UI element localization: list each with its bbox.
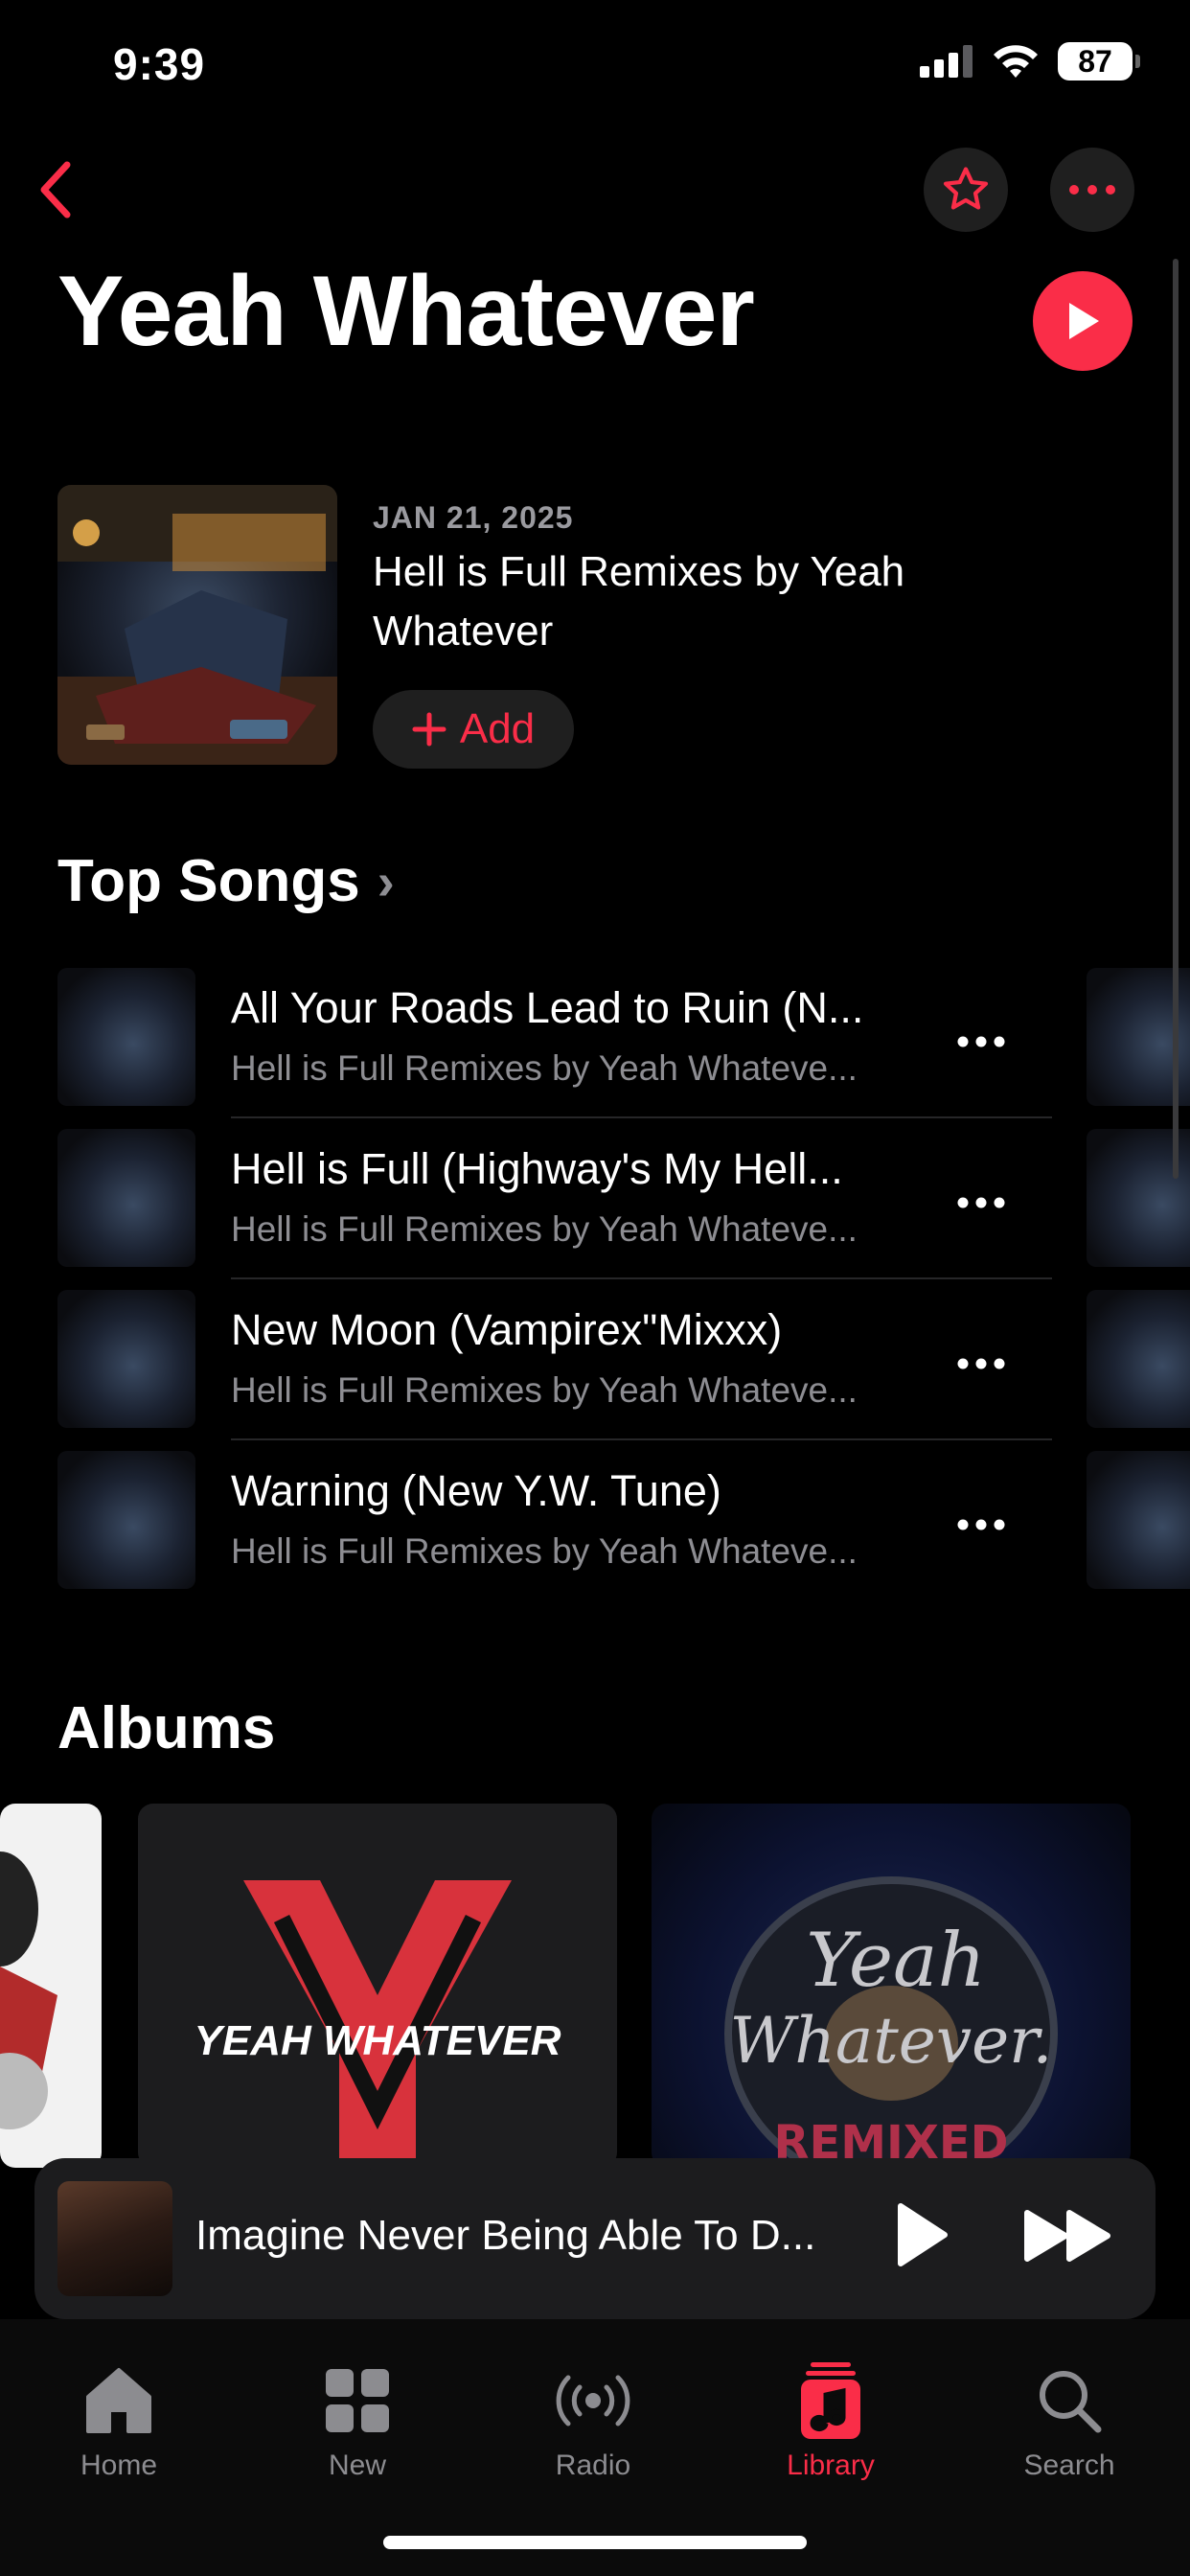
play-icon [1069, 303, 1099, 339]
now-playing-artwork[interactable] [57, 2181, 172, 2296]
remixed-text-2: Whatever. [730, 2004, 1053, 2078]
row-divider [231, 1277, 1052, 1279]
song-artwork[interactable] [57, 1129, 195, 1267]
top-songs-heading: Top Songs [57, 848, 360, 914]
star-icon [943, 167, 989, 210]
song-more-button[interactable] [956, 1165, 1006, 1221]
add-to-library-button[interactable]: Add [373, 690, 574, 769]
battery-indicator: 87 [1058, 42, 1140, 80]
release-date: JAN 21, 2025 [373, 500, 574, 535]
search-icon [1040, 2371, 1102, 2433]
tab-search[interactable]: Search [973, 2358, 1165, 2482]
remixed-artwork: Yeah Whatever. REMIXED [724, 1876, 1058, 2168]
song-subtitle: Hell is Full Remixes by Yeah Whateve... [231, 1531, 858, 1571]
play-artist-button[interactable] [1033, 271, 1133, 371]
song-title[interactable]: New Moon (Vampirex"Mixxx) [231, 1305, 782, 1355]
song-title[interactable]: All Your Roads Lead to Ruin (N... [231, 983, 863, 1033]
ellipsis-icon [957, 1197, 1005, 1208]
tab-home[interactable]: Home [23, 2358, 215, 2482]
scrollbar[interactable] [1173, 259, 1179, 1179]
home-icon [86, 2368, 151, 2433]
remixed-text-1: Yeah [806, 1918, 986, 2004]
tab-library-label: Library [787, 2450, 875, 2481]
tab-new[interactable]: New [262, 2358, 453, 2482]
song-artwork[interactable] [57, 1290, 195, 1428]
album-card-yeah-whatever[interactable]: YEAH WHATEVER [138, 1804, 617, 2168]
ellipsis-icon [1069, 185, 1115, 195]
row-divider [231, 1116, 1052, 1118]
top-songs-header[interactable]: Top Songs › [57, 847, 395, 915]
tab-new-label: New [328, 2450, 386, 2481]
grid-icon [326, 2369, 389, 2432]
tab-search-label: Search [1023, 2450, 1115, 2481]
status-icons: 87 [920, 42, 1140, 80]
latest-release-artwork[interactable] [57, 485, 337, 765]
radio-broadcast-icon [556, 2375, 630, 2426]
ellipsis-icon [957, 1358, 1005, 1369]
artist-title: Yeah Whatever [57, 256, 755, 367]
add-button-label: Add [459, 705, 536, 752]
back-button[interactable] [34, 159, 77, 225]
song-artwork-next-column[interactable] [1087, 1290, 1190, 1428]
song-subtitle: Hell is Full Remixes by Yeah Whateve... [231, 1370, 858, 1410]
song-artwork[interactable] [57, 968, 195, 1106]
album-card-partial[interactable] [0, 1804, 102, 2168]
tab-radio-label: Radio [555, 2450, 631, 2481]
favorite-button[interactable] [924, 148, 1008, 232]
tab-radio[interactable]: Radio [497, 2358, 689, 2482]
song-title[interactable]: Warning (New Y.W. Tune) [231, 1466, 721, 1516]
song-title[interactable]: Hell is Full (Highway's My Hell... [231, 1144, 843, 1194]
song-artwork[interactable] [57, 1451, 195, 1589]
chevron-left-icon [40, 161, 71, 218]
now-playing-title[interactable]: Imagine Never Being Able To D... [195, 2212, 815, 2260]
row-divider [231, 1438, 1052, 1440]
song-subtitle: Hell is Full Remixes by Yeah Whateve... [231, 1209, 858, 1249]
status-time: 9:39 [113, 39, 206, 89]
play-icon [898, 2203, 948, 2266]
albums-heading: Albums [57, 1695, 276, 1761]
plus-icon [412, 712, 446, 747]
song-more-button[interactable] [956, 1004, 1006, 1060]
ellipsis-icon [957, 1519, 1005, 1530]
artwork-illustration [57, 485, 337, 765]
song-more-button[interactable] [956, 1487, 1006, 1543]
ellipsis-icon [957, 1036, 1005, 1047]
mini-forward-button[interactable] [1023, 2208, 1113, 2268]
chevron-right-icon: › [377, 853, 395, 910]
song-subtitle: Hell is Full Remixes by Yeah Whateve... [231, 1048, 858, 1088]
tab-library[interactable]: Library [735, 2358, 927, 2482]
library-music-icon [801, 2362, 860, 2439]
song-more-button[interactable] [956, 1326, 1006, 1382]
mini-player[interactable]: Imagine Never Being Able To D... [34, 2158, 1156, 2319]
album-logo-text: YEAH WHATEVER [195, 2017, 561, 2064]
song-artwork-next-column[interactable] [1087, 1451, 1190, 1589]
fast-forward-icon [1024, 2210, 1110, 2262]
wifi-icon [994, 45, 1038, 78]
mini-play-button[interactable] [893, 2200, 950, 2274]
home-indicator[interactable] [383, 2536, 807, 2549]
album-card-remixed[interactable]: Yeah Whatever. REMIXED [652, 1804, 1131, 2168]
yeah-whatever-logo: YEAH WHATEVER [195, 1880, 561, 2168]
album-artwork [0, 1852, 57, 2129]
cellular-signal-icon [920, 45, 973, 78]
release-title[interactable]: Hell is Full Remixes by Yeah Whatever [373, 542, 909, 661]
more-options-button[interactable] [1050, 148, 1134, 232]
tab-home-label: Home [80, 2450, 158, 2481]
